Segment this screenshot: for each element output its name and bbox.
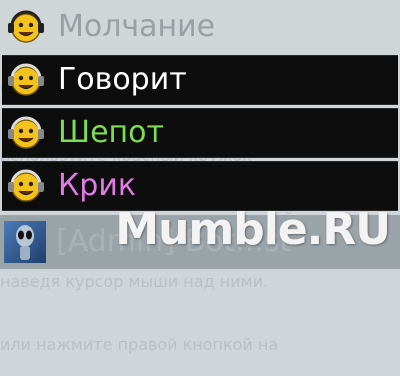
status-row-silent[interactable]: Молчание bbox=[2, 2, 398, 52]
status-row-whisper[interactable]: Шепот bbox=[2, 108, 398, 158]
status-label-silent: Молчание bbox=[58, 9, 216, 44]
status-label-talking: Говорит bbox=[58, 62, 187, 97]
background-line: наведя курсор мыши над ними. bbox=[0, 272, 269, 291]
status-label-shout: Крик bbox=[58, 168, 136, 203]
watermark-logo: Mumble.RU bbox=[115, 204, 391, 255]
status-row-talking[interactable]: Говорит bbox=[2, 55, 398, 105]
headset-smiley-icon bbox=[4, 5, 48, 49]
headset-smiley-icon bbox=[4, 111, 48, 155]
alien-avatar-icon bbox=[4, 221, 46, 263]
headset-smiley-icon bbox=[4, 58, 48, 102]
status-label-whisper: Шепот bbox=[58, 115, 164, 150]
background-line: или нажмите правой кнопкой на bbox=[0, 335, 279, 354]
headset-smiley-icon bbox=[4, 164, 48, 208]
